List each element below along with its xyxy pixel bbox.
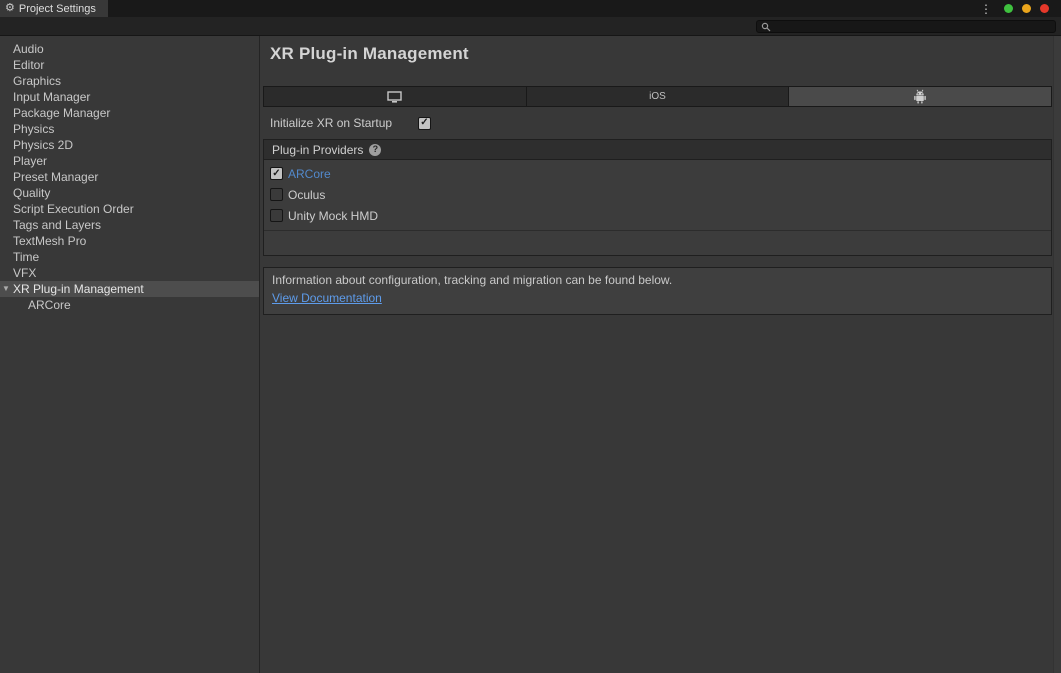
sidebar-item-textmesh-pro[interactable]: TextMesh Pro [0,233,259,249]
settings-sidebar: Audio Editor Graphics Input Manager Pack… [0,36,260,673]
tab-android[interactable] [789,87,1051,106]
window-control-yellow[interactable] [1022,4,1031,13]
window-toolbar [0,17,1061,36]
sidebar-item-label: ARCore [28,298,71,312]
settings-panel: XR Plug-in Management iOS [260,36,1061,673]
foldout-triangle-icon[interactable]: ▼ [2,285,10,293]
sidebar-item-arcore[interactable]: ARCore [0,297,259,313]
window-control-red[interactable] [1040,4,1049,13]
kebab-menu-icon[interactable]: ⋮ [980,3,992,15]
initialize-xr-row: Initialize XR on Startup ✓ [270,116,1052,130]
sidebar-item-label: Preset Manager [13,170,98,184]
page-title: XR Plug-in Management [270,44,1052,64]
search-input[interactable] [774,21,1051,32]
plugin-providers-title: Plug-in Providers [272,143,363,157]
sidebar-item-label: Input Manager [13,90,90,104]
check-icon: ✓ [272,169,280,179]
sidebar-item-preset-manager[interactable]: Preset Manager [0,169,259,185]
sidebar-item-label: Audio [13,42,44,56]
sidebar-item-label: Time [13,250,39,264]
desktop-icon [387,91,402,103]
provider-row-unity-mock-hmd[interactable]: Unity Mock HMD [264,205,1051,226]
sidebar-item-script-execution-order[interactable]: Script Execution Order [0,201,259,217]
help-icon[interactable]: ? [369,144,381,156]
titlebar: ⚙ Project Settings ⋮ [0,0,1061,17]
project-settings-tab[interactable]: ⚙ Project Settings [0,0,108,17]
check-icon: ✓ [420,118,428,128]
window-tab-title: Project Settings [19,3,96,15]
sidebar-item-label: Editor [13,58,44,72]
sidebar-item-player[interactable]: Player [0,153,259,169]
sidebar-item-label: Tags and Layers [13,218,101,232]
android-icon [913,89,927,104]
sidebar-item-label: Package Manager [13,106,110,120]
tab-standalone[interactable] [264,87,527,106]
sidebar-item-label: Script Execution Order [13,202,134,216]
search-box[interactable] [756,20,1056,33]
sidebar-item-audio[interactable]: Audio [0,41,259,57]
initialize-xr-checkbox[interactable]: ✓ [418,117,431,130]
provider-oculus-checkbox[interactable] [270,188,283,201]
platform-tabs: iOS [263,86,1052,107]
sidebar-item-tags-and-layers[interactable]: Tags and Layers [0,217,259,233]
sidebar-item-editor[interactable]: Editor [0,57,259,73]
scrollbar[interactable] [1053,36,1061,673]
plugin-providers-box: Plug-in Providers ? ✓ ARCore Oculus [263,139,1052,256]
sidebar-item-label: VFX [13,266,36,280]
gear-icon: ⚙ [5,3,15,14]
tab-ios[interactable]: iOS [527,87,790,106]
tab-ios-label: iOS [649,91,666,102]
sidebar-item-physics[interactable]: Physics [0,121,259,137]
sidebar-item-label: TextMesh Pro [13,234,86,248]
sidebar-item-label: Quality [13,186,50,200]
search-icon [761,22,771,32]
sidebar-item-label: Player [13,154,47,168]
view-documentation-link[interactable]: View Documentation [272,291,382,305]
sidebar-item-input-manager[interactable]: Input Manager [0,89,259,105]
window-control-green[interactable] [1004,4,1013,13]
plugin-providers-footer [264,231,1051,255]
sidebar-item-label: XR Plug-in Management [13,282,144,296]
sidebar-item-label: Physics [13,122,54,136]
provider-arcore-checkbox[interactable]: ✓ [270,167,283,180]
sidebar-item-label: Graphics [13,74,61,88]
sidebar-item-package-manager[interactable]: Package Manager [0,105,259,121]
sidebar-item-time[interactable]: Time [0,249,259,265]
provider-unity-mock-hmd-checkbox[interactable] [270,209,283,222]
initialize-xr-label: Initialize XR on Startup [270,116,418,130]
provider-label: Unity Mock HMD [288,209,378,223]
sidebar-item-label: Physics 2D [13,138,73,152]
content: Audio Editor Graphics Input Manager Pack… [0,36,1061,673]
sidebar-item-physics-2d[interactable]: Physics 2D [0,137,259,153]
provider-row-arcore[interactable]: ✓ ARCore [264,163,1051,184]
titlebar-spacer [108,0,980,17]
provider-label: ARCore [288,167,331,181]
sidebar-item-xr-plug-in-management[interactable]: ▼ XR Plug-in Management [0,281,259,297]
sidebar-item-vfx[interactable]: VFX [0,265,259,281]
provider-row-oculus[interactable]: Oculus [264,184,1051,205]
sidebar-item-quality[interactable]: Quality [0,185,259,201]
info-box: Information about configuration, trackin… [263,267,1052,315]
plugin-providers-header: Plug-in Providers ? [264,140,1051,160]
provider-label: Oculus [288,188,325,202]
plugin-providers-list: ✓ ARCore Oculus Unity Mock HMD [264,160,1051,231]
sidebar-item-graphics[interactable]: Graphics [0,73,259,89]
info-text: Information about configuration, trackin… [272,273,1043,287]
project-settings-window: ⚙ Project Settings ⋮ Audio Editor Graphi… [0,0,1061,673]
